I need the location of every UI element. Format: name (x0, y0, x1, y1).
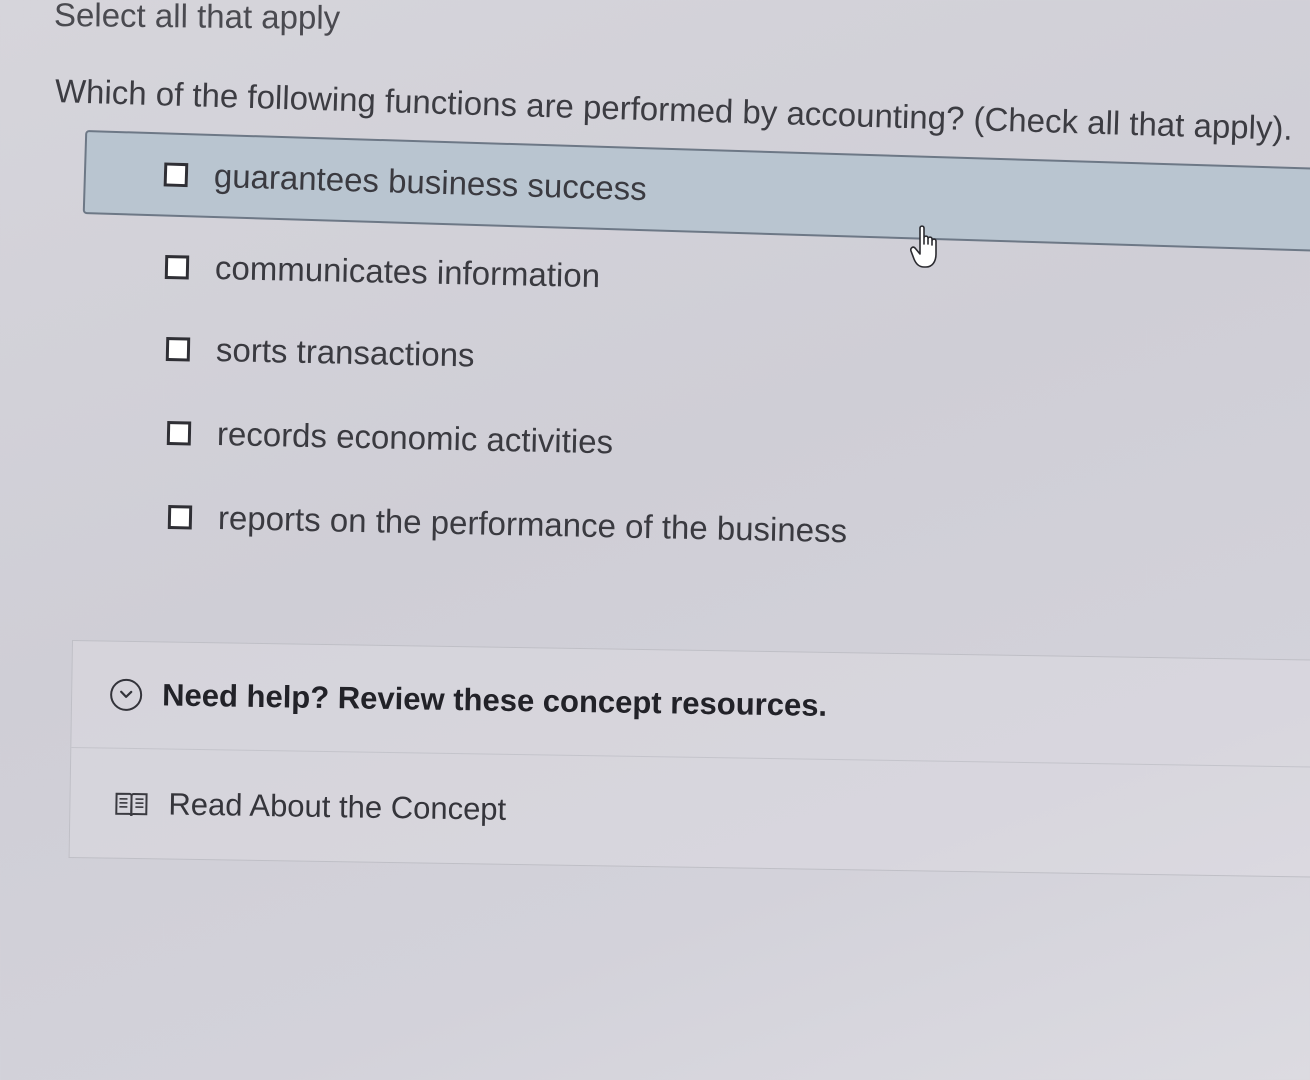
resource-read-about-concept[interactable]: Read About the Concept (70, 749, 1310, 877)
option-label: guarantees business success (213, 156, 648, 208)
option-reports-on-performance[interactable]: reports on the performance of the busine… (167, 498, 848, 550)
option-label: reports on the performance of the busine… (217, 499, 848, 550)
book-icon (114, 789, 148, 820)
option-sorts-transactions[interactable]: sorts transactions (165, 330, 475, 374)
checkbox[interactable] (167, 505, 193, 530)
checkbox[interactable] (166, 421, 192, 446)
answer-options-list: guarantees business success communicates… (0, 0, 1310, 600)
help-panel: Need help? Review these concept resource… (68, 640, 1310, 879)
option-communicates-information[interactable]: communicates information (164, 248, 601, 295)
help-header[interactable]: Need help? Review these concept resource… (71, 641, 1310, 769)
option-label: records economic activities (216, 415, 614, 461)
read-about-concept-link[interactable]: Read About the Concept (168, 787, 506, 828)
checkbox[interactable] (165, 337, 191, 362)
chevron-down-circle-icon[interactable] (109, 678, 143, 712)
hand-pointer-cursor-icon (910, 225, 937, 268)
option-guarantees-business-success[interactable]: guarantees business success (82, 130, 1310, 254)
checkbox[interactable] (164, 255, 190, 280)
option-label: communicates information (214, 249, 601, 295)
option-records-economic-activities[interactable]: records economic activities (166, 414, 614, 461)
option-label: sorts transactions (215, 331, 475, 374)
checkbox[interactable] (163, 162, 189, 188)
help-title: Need help? Review these concept resource… (161, 677, 828, 723)
